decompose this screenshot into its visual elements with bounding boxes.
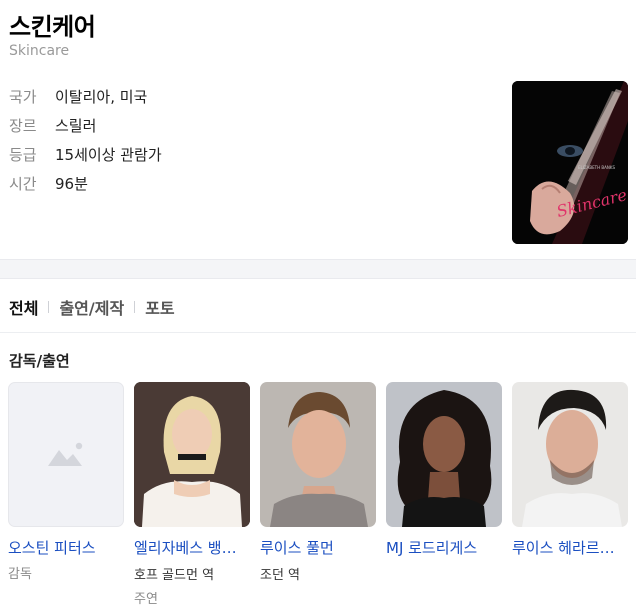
info-row-genre: 장르 스릴러 (9, 111, 162, 140)
cast-role-type: 주연 (134, 592, 158, 607)
profile-photo-placeholder[interactable] (8, 382, 124, 527)
info-value: 이탈리아, 미국 (55, 88, 148, 106)
info-value: 스릴러 (55, 117, 97, 135)
movie-poster[interactable]: ELIZABETH BANKS Skincare (512, 81, 628, 244)
tab-divider (48, 301, 50, 313)
info-value: 96분 (55, 175, 88, 193)
portrait-man-short-hair (260, 382, 376, 527)
tab-divider (134, 301, 136, 313)
cast-name[interactable]: 오스틴 피터스 (8, 537, 124, 558)
cast-role: 호프 골드먼 역 (134, 568, 215, 583)
cast-card[interactable]: MJ 로드리게스 (386, 382, 502, 558)
cast-name[interactable]: 엘리자베스 뱅… (134, 537, 250, 558)
portrait-woman-curly-hair (386, 382, 502, 527)
info-key: 장르 (9, 117, 37, 135)
info-key: 시간 (9, 175, 37, 193)
portrait-woman-blonde (134, 382, 250, 527)
info-value: 15세이상 관람가 (55, 146, 162, 164)
info-row-rating: 등급 15세이상 관람가 (9, 140, 162, 169)
info-row-runtime: 시간 96분 (9, 169, 162, 198)
cast-card[interactable]: 루이스 헤라르… (512, 382, 628, 558)
portrait-man-dark-hair (512, 382, 628, 527)
cast-card[interactable]: 루이스 풀먼 조던 역 (260, 382, 376, 583)
tab-photos[interactable]: 포토 (145, 295, 174, 319)
info-row-country: 국가 이탈리아, 미국 (9, 82, 162, 111)
image-placeholder-icon (48, 442, 83, 466)
cast-role: 감독 (8, 567, 32, 582)
cast-card[interactable]: 오스틴 피터스 감독 (8, 382, 124, 582)
profile-photo[interactable] (386, 382, 502, 527)
poster-credit: ELIZABETH BANKS (578, 165, 616, 170)
tabs-underline (0, 332, 636, 333)
cast-name[interactable]: 루이스 헤라르… (512, 537, 628, 558)
section-title: 감독/출연 (9, 352, 70, 370)
info-key: 등급 (9, 146, 37, 164)
poster-artwork: ELIZABETH BANKS Skincare (512, 81, 628, 244)
movie-original-title: Skincare (9, 43, 70, 59)
info-key: 국가 (9, 88, 37, 106)
cast-name[interactable]: MJ 로드리게스 (386, 537, 502, 558)
movie-header: 스킨케어 Skincare 국가 이탈리아, 미국 장르 스릴러 등급 15세이… (0, 0, 636, 260)
tab-all[interactable]: 전체 (9, 295, 38, 319)
profile-photo[interactable] (134, 382, 250, 527)
cast-card[interactable]: 엘리자베스 뱅… 호프 골드먼 역 주연 (134, 382, 250, 607)
cast-role: 조던 역 (260, 568, 301, 583)
section-separator (0, 259, 636, 279)
movie-info: 국가 이탈리아, 미국 장르 스릴러 등급 15세이상 관람가 시간 96분 (9, 82, 162, 198)
content-tabs: 전체 출연/제작 포토 (9, 295, 175, 319)
profile-photo[interactable] (512, 382, 628, 527)
profile-photo[interactable] (260, 382, 376, 527)
movie-title: 스킨케어 (9, 13, 96, 41)
cast-name[interactable]: 루이스 풀먼 (260, 537, 376, 558)
tab-cast-crew[interactable]: 출연/제작 (59, 295, 124, 319)
